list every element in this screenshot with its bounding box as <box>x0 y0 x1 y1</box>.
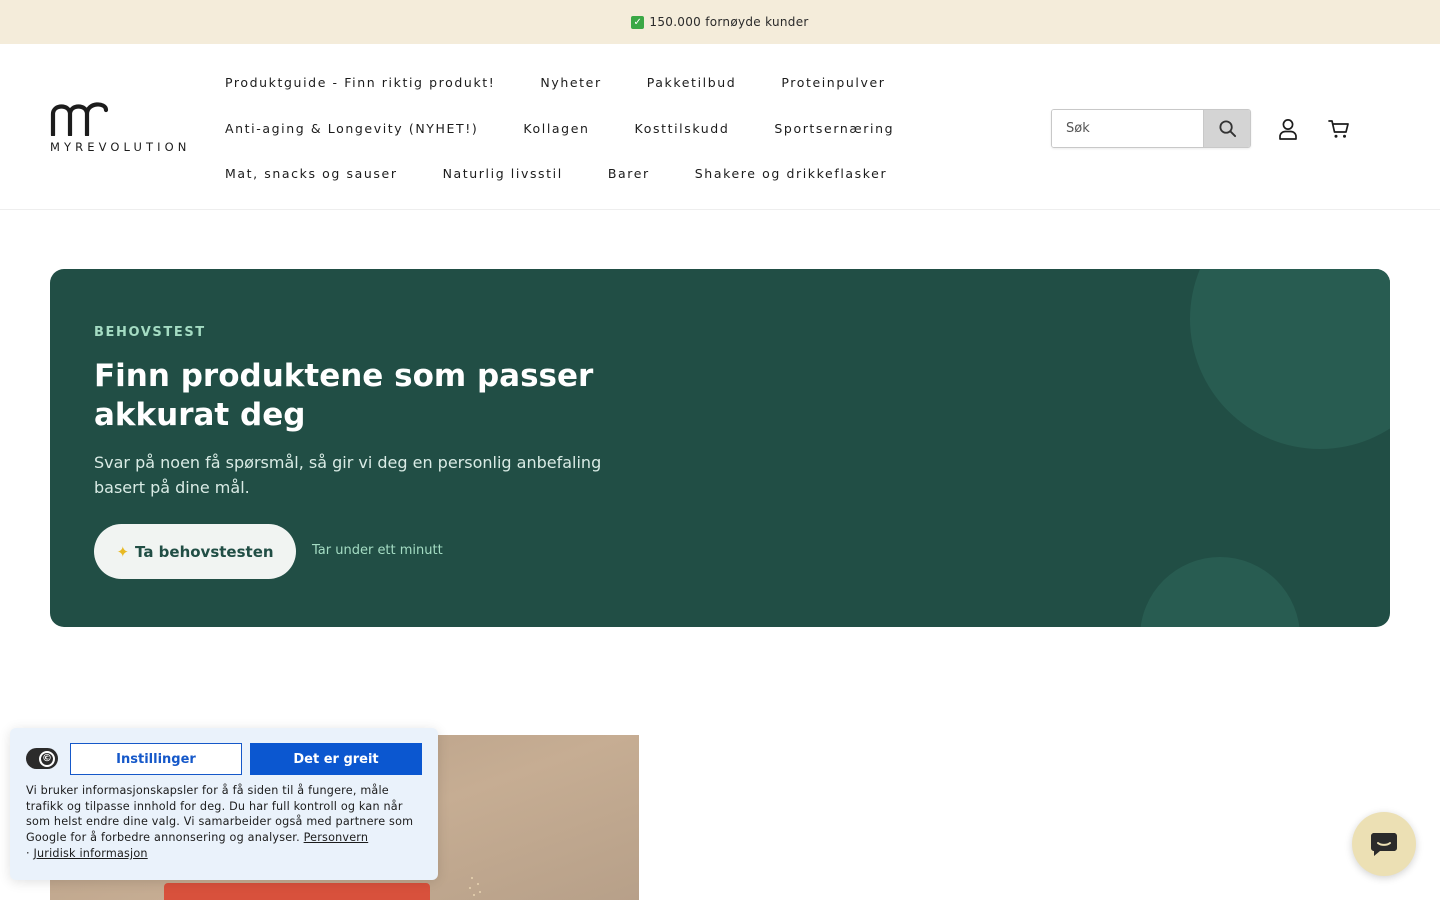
checkmark-icon: ✓ <box>631 15 645 29</box>
nav-item-barer[interactable]: Barer <box>608 166 650 181</box>
nav-row-2: Anti-aging & Longevity (NYHET!) Kollagen… <box>225 121 939 136</box>
site-header: MYREVOLUTION Produktguide - Finn riktig … <box>0 44 1440 210</box>
banner-subtitle: Svar på noen få spørsmål, så gir vi deg … <box>94 453 602 497</box>
announcement-text: 150.000 fornøyde kunder <box>649 15 809 29</box>
sparkles-icon: ✦ <box>116 542 130 561</box>
privacy-link[interactable]: Personvern <box>304 831 369 844</box>
legal-info-row: · Juridisk informasjon <box>26 847 148 860</box>
chat-icon <box>1371 833 1397 856</box>
product-package <box>164 883 430 900</box>
cookie-text: Vi bruker informasjonskapsler for å få s… <box>26 783 426 845</box>
cart-icon <box>1328 120 1349 138</box>
logo[interactable]: MYREVOLUTION <box>50 102 192 154</box>
take-test-label: Ta behovstesten <box>135 542 274 561</box>
nav-item-shakere[interactable]: Shakere og drikkeflasker <box>695 166 887 181</box>
nav-item-mat-snacks[interactable]: Mat, snacks og sauser <box>225 166 398 181</box>
nav-item-kosttilskudd[interactable]: Kosttilskudd <box>635 121 730 136</box>
banner-title: Finn produktene som passer akkurat deg <box>94 358 594 433</box>
decorative-circle <box>1140 557 1300 627</box>
cookie-settings-button[interactable]: Instillinger <box>70 743 242 775</box>
nav-item-anti-aging[interactable]: Anti-aging & Longevity (NYHET!) <box>225 121 478 136</box>
decorative-circle <box>1190 269 1390 449</box>
nav-item-naturlig-livsstil[interactable]: Naturlig livsstil <box>443 166 563 181</box>
search-bar <box>1051 109 1251 148</box>
banner-note: Tar under ett minutt <box>312 543 443 558</box>
nav-item-nyheter[interactable]: Nyheter <box>540 75 601 90</box>
nav-item-pakketilbud[interactable]: Pakketilbud <box>647 75 737 90</box>
bullet: · <box>26 847 34 860</box>
needs-test-banner: BEHOVSTEST Finn produktene som passer ak… <box>50 269 1390 627</box>
powder-sprinkle-decoration <box>469 877 481 896</box>
take-test-button[interactable]: ✦ Ta behovstesten <box>94 524 296 579</box>
announcement-bar: ✓ 150.000 fornøyde kunder <box>0 0 1440 44</box>
search-input[interactable] <box>1052 110 1203 147</box>
logo-wordmark: MYREVOLUTION <box>50 140 191 154</box>
nav-item-produktguide[interactable]: Produktguide - Finn riktig produkt! <box>225 75 495 90</box>
search-icon <box>1218 120 1236 138</box>
cookie-accept-button[interactable]: Det er greit <box>250 743 422 775</box>
banner-eyebrow: BEHOVSTEST <box>94 325 206 340</box>
nav-item-kollagen[interactable]: Kollagen <box>523 121 589 136</box>
nav-row-1: Produktguide - Finn riktig produkt! Nyhe… <box>225 75 931 90</box>
nav-item-proteinpulver[interactable]: Proteinpulver <box>781 75 885 90</box>
cookie-icon[interactable]: © <box>26 748 58 769</box>
legal-info-link[interactable]: Juridisk informasjon <box>34 847 148 860</box>
nav-row-3: Mat, snacks og sauser Naturlig livsstil … <box>225 166 932 181</box>
cart-button[interactable] <box>1327 117 1351 141</box>
user-icon <box>1279 119 1297 140</box>
nav-item-sportsernaering[interactable]: Sportsernæring <box>774 121 894 136</box>
cookie-consent-banner: © Instillinger Det er greit Vi bruker in… <box>10 728 438 880</box>
logo-mark-icon <box>50 102 109 136</box>
account-button[interactable] <box>1276 117 1300 141</box>
search-button[interactable] <box>1203 110 1250 147</box>
chat-button[interactable] <box>1352 812 1416 876</box>
